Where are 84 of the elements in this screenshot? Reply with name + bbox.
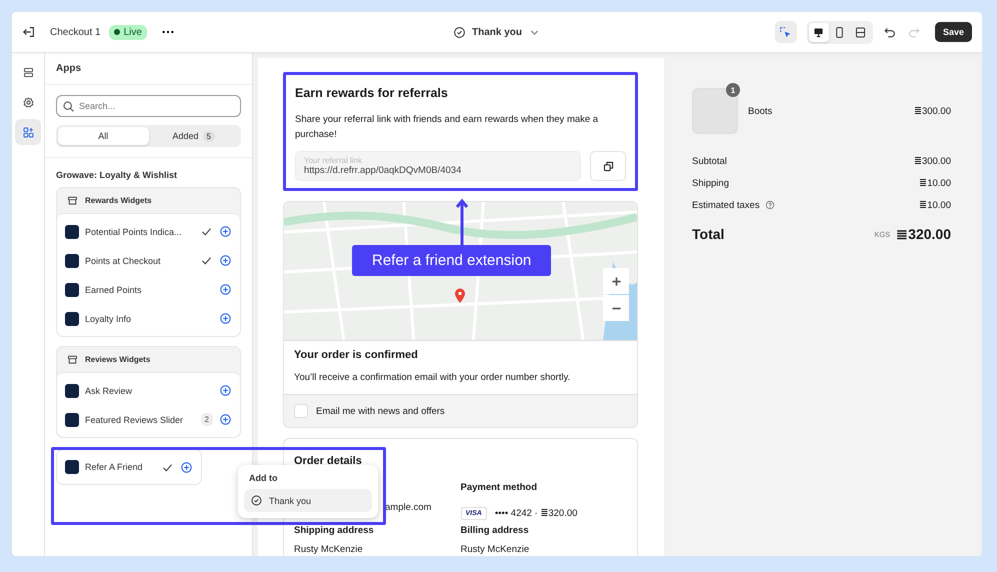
widget-name[interactable]: Featured Reviews Slider — [85, 414, 195, 424]
widget-name[interactable]: Ask Review — [85, 386, 213, 396]
popup-title: Add to — [248, 473, 278, 485]
widget-name[interactable]: Potential Points Indica... — [85, 226, 194, 236]
copy-button[interactable] — [590, 151, 626, 181]
layout-icon — [854, 26, 868, 38]
summary-value: ≣300.00 — [914, 155, 951, 167]
exit-icon[interactable] — [22, 25, 36, 39]
summary-label: Estimated taxes — [692, 200, 760, 210]
confirmation-text: You’ll receive a confirmation email with your order number shortly. — [294, 371, 572, 385]
group-title: Reviews Widgets — [85, 355, 150, 364]
product-price: ≣300.00 — [914, 105, 951, 117]
total-value: ≣320.00 — [896, 226, 951, 242]
apps-icon — [22, 126, 34, 138]
desktop-view-button[interactable] — [808, 22, 829, 42]
confirmation-title: Your order is confirmed — [294, 349, 419, 361]
panel-title: Apps — [56, 63, 81, 74]
box-icon — [66, 194, 79, 207]
card-details: •••• 4242 · ≣320.00 — [494, 507, 578, 519]
check-circle-icon — [453, 26, 466, 38]
app-logo-icon — [65, 254, 79, 268]
save-button[interactable]: Save — [934, 22, 972, 42]
app-name: Growave: Loyalty & Wishlist — [56, 170, 178, 180]
app-logo-icon — [65, 224, 79, 238]
add-circle-icon[interactable] — [219, 384, 232, 397]
annotation-label: Refer a friend extension — [352, 245, 552, 276]
section-title: Order details — [294, 455, 363, 467]
group-title: Rewards Widgets — [85, 196, 152, 205]
help-icon[interactable] — [764, 200, 775, 210]
quantity-badge: 1 — [726, 83, 740, 97]
add-circle-icon[interactable] — [219, 413, 232, 426]
zoom-in-button[interactable] — [603, 268, 629, 294]
add-circle-icon[interactable] — [219, 254, 232, 267]
status-badge: Live — [108, 24, 147, 40]
widget-name[interactable]: Loyalty Info — [85, 314, 213, 324]
product-photo-placeholder — [692, 88, 738, 134]
select-tool-button[interactable] — [774, 21, 797, 43]
widget-name[interactable]: Earned Points — [85, 284, 213, 294]
menu-option[interactable]: Thank you — [244, 489, 372, 512]
desktop-icon — [812, 26, 826, 38]
app-logo-icon — [65, 384, 79, 398]
add-circle-icon[interactable] — [219, 312, 232, 325]
count-badge: 2 — [200, 413, 213, 426]
contact-email: ample.com — [385, 501, 432, 515]
summary-value: ≣10.00 — [919, 177, 951, 189]
checkout-name: Checkout 1 — [50, 26, 101, 38]
filter-tab[interactable]: All — [58, 127, 148, 145]
check-circle-icon — [250, 494, 263, 507]
summary-label: Shipping — [692, 178, 729, 188]
card-title: Earn rewards for referrals — [295, 86, 449, 100]
shipping-name: Rusty McKenzie — [294, 544, 364, 555]
add-circle-icon[interactable] — [180, 460, 193, 474]
checkbox[interactable] — [294, 404, 308, 418]
app-logo-icon — [65, 460, 79, 474]
filter-tab[interactable]: Added 5 — [148, 127, 239, 145]
sections-icon — [22, 66, 34, 78]
summary-label: Subtotal — [692, 156, 727, 166]
billing-heading: Billing address — [460, 525, 530, 536]
plus-icon — [610, 274, 622, 288]
gear-icon — [22, 96, 34, 108]
shipping-heading: Shipping address — [294, 525, 375, 536]
page-selector[interactable]: Thank you — [449, 22, 545, 42]
box-icon — [66, 353, 79, 366]
app-logo-icon — [65, 312, 79, 326]
apps-nav-button[interactable] — [15, 119, 41, 145]
widget-name[interactable]: Refer A Friend — [85, 462, 155, 472]
add-circle-icon[interactable] — [219, 225, 232, 238]
add-circle-icon[interactable] — [219, 283, 232, 296]
product-name: Boots — [748, 106, 774, 116]
summary-value: ≣10.00 — [919, 199, 951, 211]
widget-name[interactable]: Points at Checkout — [85, 256, 194, 266]
cursor-icon — [779, 26, 792, 38]
billing-name: Rusty McKenzie — [460, 544, 530, 555]
app-logo-icon — [65, 412, 79, 426]
search-field[interactable]: Search... — [56, 95, 241, 117]
arrow — [455, 198, 469, 246]
map-pin-icon — [454, 288, 466, 304]
card-text: Share your referral link with friends and earn rewards when they make a purchase! — [295, 113, 600, 142]
total-label: Total — [692, 226, 724, 242]
referral-link-field[interactable]: Your referral link https://d.refrr.app/0aqkDQvM0B/4034 — [295, 151, 581, 181]
copy-icon — [602, 160, 614, 172]
app-logo-icon — [65, 282, 79, 296]
payment-heading: Payment method — [460, 482, 538, 493]
checkbox-label: Email me with news and offers — [316, 406, 445, 416]
